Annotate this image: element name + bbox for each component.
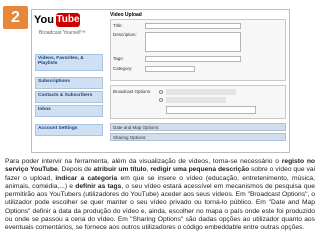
broadcast-options-panel: Broadcast Options: [110,85,286,119]
private-option-text-line [166,97,226,103]
logo-you-text: You [34,14,54,26]
youtube-logo: You Tube Broadcast Yourself™ [34,12,88,42]
tags-label: Tags: [113,56,124,61]
caption-text-2: . Depois de [57,166,94,174]
account-sidebar: Videos, Favorites, & Playlists Subscript… [35,54,103,144]
tags-input[interactable] [145,56,241,62]
sidebar-item-subscriptions[interactable]: Subscriptions [35,77,103,89]
public-option-text-line [166,89,236,95]
sharing-options-bar[interactable]: Sharing Options: [110,133,286,141]
sidebar-item-inbox[interactable]: Inbox [35,105,103,117]
logo-tagline: Broadcast Yourself™ [39,30,86,36]
title-label: Title: [113,23,123,28]
logo-tube-text: Tube [56,13,80,27]
public-radio[interactable] [159,90,163,94]
video-upload-form: Video Upload Title: Description: Tags: C… [110,12,286,148]
slide-number-badge: 2 [3,6,28,29]
caption-bold-titulo: atribuir um título [93,166,147,174]
caption-bold-descricao: redigir uma pequena descrição [150,166,250,174]
youtube-upload-screenshot: You Tube Broadcast Yourself™ Videos, Fav… [31,9,290,153]
date-map-options-bar[interactable]: Date and Map Options: [110,123,286,131]
date-map-options-label: Date and Map Options: [113,125,160,130]
sidebar-item-account-settings[interactable]: Account Settings [35,124,103,136]
sharing-options-label: Sharing Options: [113,135,147,140]
private-radio[interactable] [159,98,163,102]
category-label: Category: [113,66,133,71]
slide-caption: Para poder intervir na ferramenta, além … [5,158,315,232]
description-textarea[interactable] [145,32,241,52]
caption-text-1: Para poder intervir na ferramenta, além … [5,158,282,165]
form-title: Video Upload [110,12,142,18]
sidebar-item-videos[interactable]: Videos, Favorites, & Playlists [35,54,103,71]
broadcast-options-label: Broadcast Options: [113,89,152,94]
category-select[interactable] [145,66,195,72]
video-info-panel: Title: Description: Tags: Category: [110,19,286,81]
caption-bold-categoria: indicar a categoria [55,174,118,182]
description-label: Description: [113,32,137,37]
title-input[interactable] [145,23,241,29]
sidebar-item-contacts[interactable]: Contacts & Subscribers [35,91,103,103]
share-with-field[interactable] [166,106,256,114]
caption-bold-tags: definir as tags [75,182,122,190]
